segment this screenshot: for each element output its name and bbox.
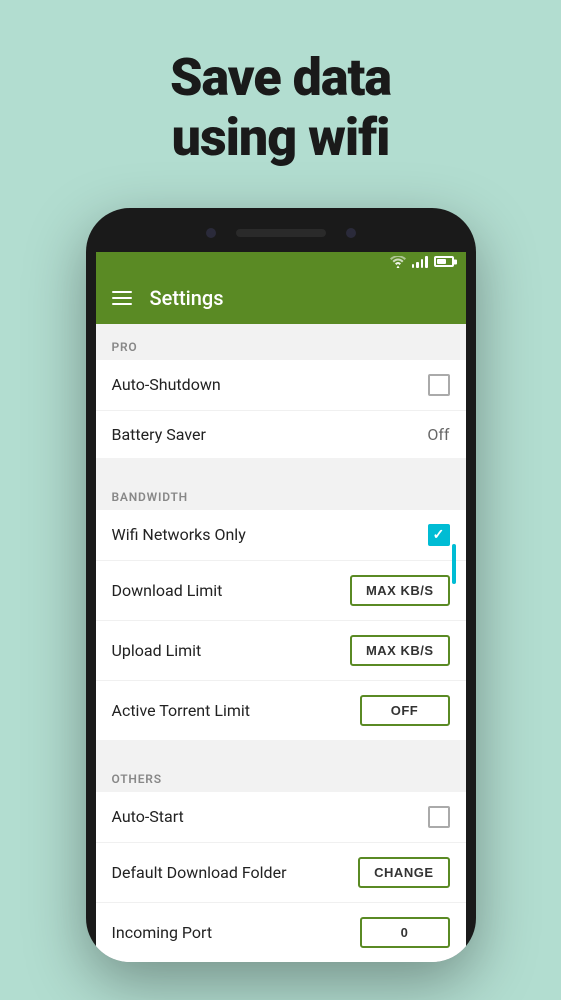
battery-saver-label: Battery Saver — [112, 425, 206, 444]
camera-right — [346, 228, 356, 238]
settings-item-incoming-port: Incoming Port 0 — [96, 903, 466, 962]
status-icons — [390, 256, 454, 268]
section-pro: PRO Auto-Shutdown Battery Saver Off — [96, 324, 466, 458]
upload-limit-button[interactable]: MAX KB/S — [350, 635, 450, 666]
app-bar: Settings — [96, 272, 466, 324]
hero-line2: using wifi — [170, 108, 391, 168]
auto-shutdown-checkbox[interactable] — [428, 374, 450, 396]
auto-start-checkbox[interactable] — [428, 806, 450, 828]
app-bar-title: Settings — [150, 286, 224, 310]
default-download-folder-button[interactable]: CHANGE — [358, 857, 449, 888]
active-torrent-limit-label: Active Torrent Limit — [112, 701, 251, 720]
hero-line1: Save data — [170, 48, 391, 108]
section-header-bandwidth: BANDWIDTH — [96, 474, 466, 510]
upload-limit-label: Upload Limit — [112, 641, 202, 660]
incoming-port-button[interactable]: 0 — [360, 917, 450, 948]
auto-start-label: Auto-Start — [112, 807, 184, 826]
settings-item-auto-shutdown: Auto-Shutdown — [96, 360, 466, 411]
section-bandwidth: BANDWIDTH Wifi Networks Only Download Li… — [96, 474, 466, 740]
default-download-folder-label: Default Download Folder — [112, 863, 287, 882]
settings-group-pro: Auto-Shutdown Battery Saver Off — [96, 360, 466, 458]
screen-content: PRO Auto-Shutdown Battery Saver Off BAND… — [96, 324, 466, 962]
settings-item-battery-saver[interactable]: Battery Saver Off — [96, 411, 466, 458]
active-torrent-limit-button[interactable]: OFF — [360, 695, 450, 726]
settings-group-bandwidth: Wifi Networks Only Download Limit MAX KB… — [96, 510, 466, 740]
download-limit-button[interactable]: MAX KB/S — [350, 575, 450, 606]
battery-icon — [434, 256, 454, 267]
settings-item-active-torrent-limit: Active Torrent Limit OFF — [96, 681, 466, 740]
download-limit-label: Download Limit — [112, 581, 223, 600]
status-bar — [96, 252, 466, 272]
signal-icon — [412, 256, 428, 268]
settings-item-wifi-networks-only: Wifi Networks Only — [96, 510, 466, 561]
auto-shutdown-label: Auto-Shutdown — [112, 375, 221, 394]
divider-2 — [96, 740, 466, 756]
section-header-others: OTHERS — [96, 756, 466, 792]
settings-item-upload-limit: Upload Limit MAX KB/S — [96, 621, 466, 681]
divider-1 — [96, 458, 466, 474]
phone-speaker — [236, 229, 326, 237]
incoming-port-label: Incoming Port — [112, 923, 213, 942]
hero-section: Save data using wifi — [170, 48, 391, 168]
battery-saver-value: Off — [427, 425, 449, 444]
settings-item-auto-start: Auto-Start — [96, 792, 466, 843]
section-header-pro: PRO — [96, 324, 466, 360]
menu-icon[interactable] — [112, 291, 132, 305]
phone-cameras — [206, 228, 356, 238]
wifi-networks-only-label: Wifi Networks Only — [112, 525, 246, 544]
scroll-indicator[interactable] — [452, 544, 456, 584]
wifi-networks-only-checkbox[interactable] — [428, 524, 450, 546]
section-others: OTHERS Auto-Start Default Download Folde… — [96, 756, 466, 962]
settings-item-default-download-folder: Default Download Folder CHANGE — [96, 843, 466, 903]
settings-item-download-limit: Download Limit MAX KB/S — [96, 561, 466, 621]
wifi-icon — [390, 256, 406, 268]
camera-left — [206, 228, 216, 238]
settings-group-others: Auto-Start Default Download Folder CHANG… — [96, 792, 466, 962]
phone-frame: Settings PRO Auto-Shutdown Battery Saver… — [86, 208, 476, 962]
phone-top — [96, 224, 466, 252]
